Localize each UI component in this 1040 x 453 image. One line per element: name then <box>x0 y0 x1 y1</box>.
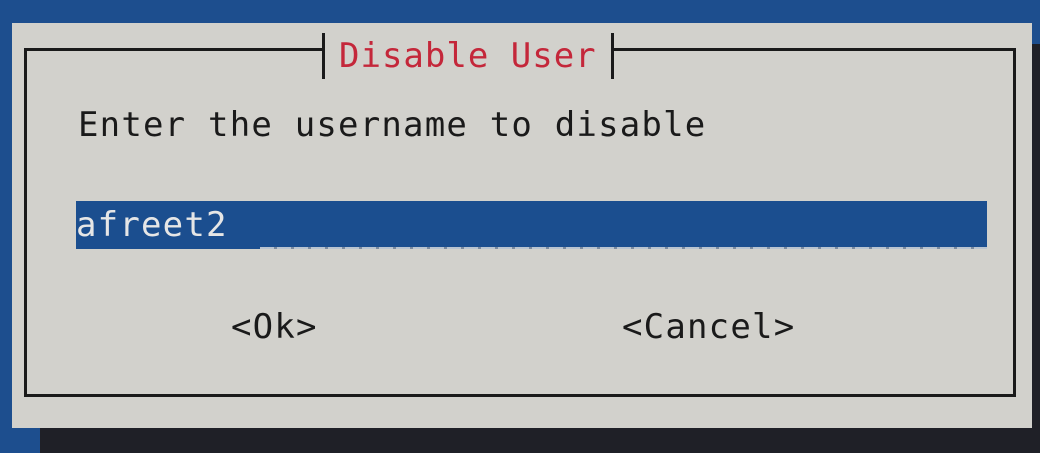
input-underline <box>260 247 987 249</box>
dialog-prompt: Enter the username to disable <box>78 105 707 145</box>
terminal-screen: Disable User Enter the username to disab… <box>0 0 1040 453</box>
ok-button[interactable]: <Ok> <box>231 303 318 351</box>
dialog-shadow-right <box>1032 44 1040 453</box>
username-input-value[interactable]: afreet2 <box>76 201 232 249</box>
disable-user-dialog: Disable User Enter the username to disab… <box>12 23 1032 428</box>
dialog-title: Disable User <box>339 36 597 76</box>
dialog-title-box: Disable User <box>322 33 614 79</box>
dialog-shadow-bottom <box>40 428 1040 453</box>
cancel-button[interactable]: <Cancel> <box>622 303 795 351</box>
